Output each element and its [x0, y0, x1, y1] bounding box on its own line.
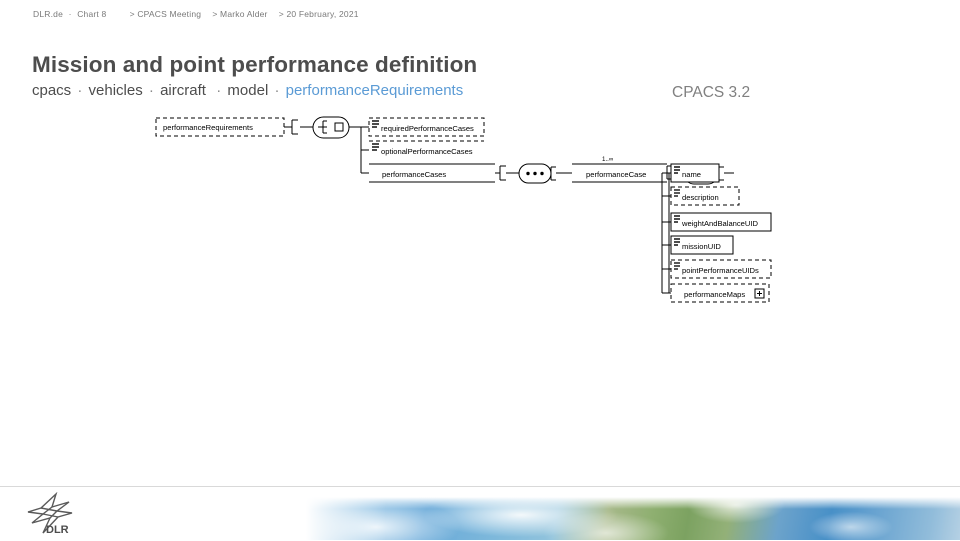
breadcrumb-site: DLR.de: [33, 9, 64, 19]
cardinality-label: 1..∞: [602, 156, 613, 163]
schema-path-1: vehicles: [88, 82, 143, 99]
breadcrumb-dot: ·: [68, 9, 72, 19]
node-description: description: [670, 186, 740, 206]
node-mission-uid: missionUID: [670, 235, 734, 255]
page-title: Mission and point performance definition: [32, 52, 478, 77]
node-point-performance-uids-label: pointPerformanceUIDs: [682, 266, 759, 275]
earth-imagery-strip: [306, 497, 960, 540]
slide-canvas: DLR.de · Chart 8 > CPACS Meeting > Marko…: [0, 0, 960, 540]
node-performance-case: performanceCase: [572, 163, 667, 183]
node-performance-cases: performanceCases: [369, 163, 495, 183]
node-performance-case-label: performanceCase: [586, 170, 646, 179]
node-required-performance-cases: requiredPerformanceCases: [368, 117, 485, 137]
node-required-performance-cases-label: requiredPerformanceCases: [381, 124, 474, 133]
breadcrumb-author: > Marko Alder: [212, 9, 268, 19]
earth-top-fade: [306, 497, 960, 509]
breadcrumb: DLR.de · Chart 8 > CPACS Meeting > Marko…: [33, 9, 359, 19]
breadcrumb-date: > 20 February, 2021: [278, 9, 359, 19]
node-optional-performance-cases: optionalPerformanceCases: [369, 140, 484, 159]
spine-choice-branches: [361, 126, 369, 174]
schema-path-0: cpacs: [32, 82, 72, 99]
node-performance-maps-label: performanceMaps: [684, 290, 745, 299]
schema-path: cpacs · vehicles · aircraft · model · pe…: [32, 82, 463, 99]
schema-path-4: performanceRequirements: [285, 82, 464, 99]
node-name: name: [670, 163, 720, 183]
node-optional-performance-cases-label: optionalPerformanceCases: [381, 147, 473, 156]
node-weight-and-balance-uid: weightAndBalanceUID: [670, 212, 772, 232]
schema-path-2: aircraft: [160, 82, 206, 99]
dlr-logo-text: DLR: [46, 524, 69, 536]
child-connectors: [662, 195, 671, 294]
node-weight-and-balance-uid-label: weightAndBalanceUID: [681, 219, 758, 228]
schema-path-sep-1: ·: [144, 82, 159, 99]
node-performance-requirements-label: performanceRequirements: [163, 123, 253, 132]
node-performance-maps: performanceMaps: [670, 283, 770, 303]
node-point-performance-uids: pointPerformanceUIDs: [670, 259, 772, 279]
schema-path-sep-2: ·: [207, 82, 226, 99]
bracket-ellipsis: [550, 166, 556, 181]
schema-path-sep-0: ·: [73, 82, 87, 99]
bracket-root: [291, 119, 298, 135]
breadcrumb-chart: Chart 8: [77, 9, 107, 19]
xsd-diagram: performanceRequirements requiredPerforma…: [150, 110, 810, 310]
breadcrumb-meeting: > CPACS Meeting: [129, 9, 202, 19]
ellipsis-dots-icon: [526, 171, 544, 176]
dlr-logo: DLR: [26, 491, 84, 536]
node-description-label: description: [682, 193, 719, 202]
schema-path-3: model: [227, 82, 269, 99]
node-performance-cases-label: performanceCases: [382, 170, 446, 179]
footer-divider: [0, 486, 960, 487]
schema-path-sep-3: ·: [270, 82, 284, 99]
cpacs-version-label: CPACS 3.2: [672, 84, 751, 101]
node-name-label: name: [682, 170, 701, 179]
node-mission-uid-label: missionUID: [682, 242, 721, 251]
bracket-performance-cases: [499, 165, 506, 181]
earth-left-fade: [306, 497, 386, 540]
